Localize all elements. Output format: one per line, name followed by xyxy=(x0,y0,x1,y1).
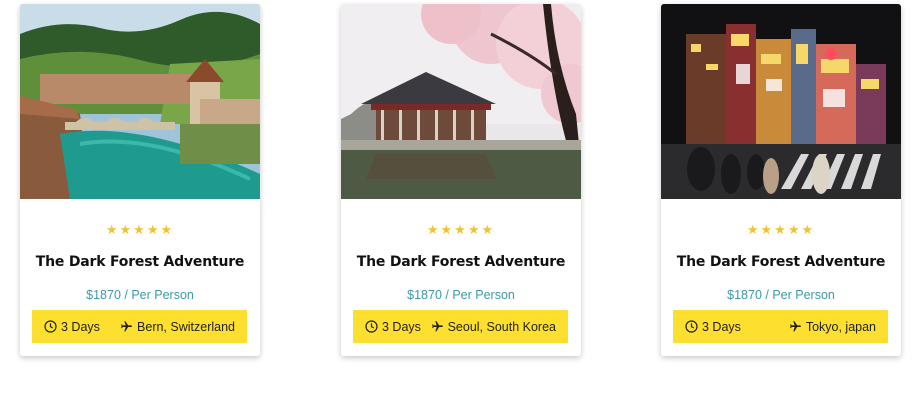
tour-destination-label: Bern, Switzerland xyxy=(137,319,235,334)
tour-duration-label: 3 Days xyxy=(61,319,100,334)
tour-title[interactable]: The Dark Forest Adventure xyxy=(20,254,260,270)
clock-icon xyxy=(44,320,57,333)
tour-price: $1870 / Per Person xyxy=(407,288,515,302)
clock-icon xyxy=(365,320,378,333)
airplane-icon xyxy=(431,321,443,332)
tour-destination: Bern, Switzerland xyxy=(120,320,235,334)
tour-destination: Tokyo, japan xyxy=(789,320,876,334)
rating-stars: ★★★★★ xyxy=(105,222,175,237)
rating-stars: ★★★★★ xyxy=(426,222,496,237)
tour-info-bar: 3 Days Seoul, South Korea xyxy=(353,310,568,343)
tour-card[interactable]: ★★★★★ The Dark Forest Adventure $1870 / … xyxy=(661,4,901,356)
korean-pavilion-photo[interactable] xyxy=(341,4,581,199)
tour-cards: ★★★★★ The Dark Forest Adventure $1870 / … xyxy=(0,0,915,413)
tour-duration: 3 Days xyxy=(365,320,421,334)
tokyo-street-photo[interactable] xyxy=(661,4,901,199)
tour-title[interactable]: The Dark Forest Adventure xyxy=(661,254,901,270)
tour-duration-label: 3 Days xyxy=(382,319,421,334)
airplane-icon xyxy=(789,321,801,332)
tour-duration: 3 Days xyxy=(44,320,100,334)
clock-icon xyxy=(685,320,698,333)
rating-stars: ★★★★★ xyxy=(746,222,816,237)
tour-title[interactable]: The Dark Forest Adventure xyxy=(341,254,581,270)
tour-destination: Seoul, South Korea xyxy=(431,320,556,334)
tour-card[interactable]: ★★★★★ The Dark Forest Adventure $1870 / … xyxy=(20,4,260,356)
bern-river-photo[interactable] xyxy=(20,4,260,199)
tour-destination-label: Tokyo, japan xyxy=(805,319,876,334)
tour-card[interactable]: ★★★★★ The Dark Forest Adventure $1870 / … xyxy=(341,4,581,356)
airplane-icon xyxy=(121,321,132,332)
tour-info-bar: 3 Days Bern, Switzerland xyxy=(32,310,247,343)
tour-price: $1870 / Per Person xyxy=(86,288,194,302)
tour-destination-label: Seoul, South Korea xyxy=(447,319,556,334)
tour-duration-label: 3 Days xyxy=(702,319,741,334)
tour-info-bar: 3 Days Tokyo, japan xyxy=(673,310,888,343)
tour-price: $1870 / Per Person xyxy=(727,288,835,302)
tour-duration: 3 Days xyxy=(685,320,741,334)
